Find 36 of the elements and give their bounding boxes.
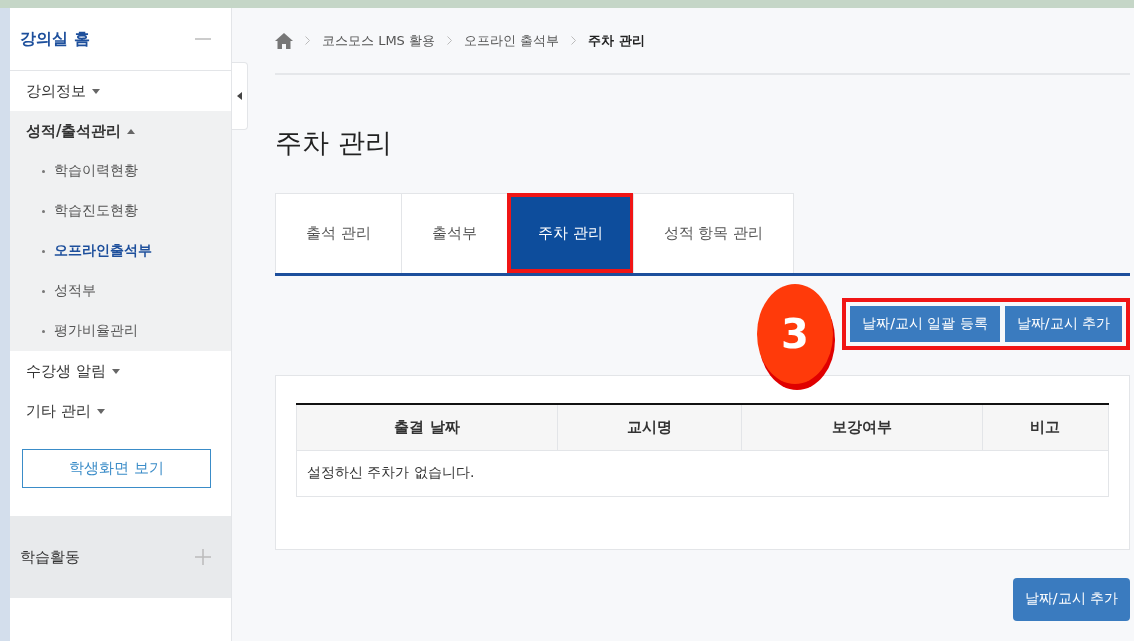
action-button[interactable]: 날짜/교시 일괄 등록 [850, 306, 1000, 342]
sidebar-section[interactable]: 학습활동 [10, 516, 231, 598]
sidebar-sub-item[interactable]: 평가비율관리 [10, 311, 231, 351]
column-header: 교시명 [557, 404, 742, 450]
breadcrumb-item[interactable]: 주차 관리 [588, 31, 645, 50]
caret-icon [92, 88, 100, 94]
sidebar-sub-item[interactable]: 학습이력현황 [10, 151, 231, 191]
column-header: 비고 [982, 404, 1109, 450]
home-icon[interactable] [275, 32, 293, 49]
empty-message: 설정하신 주차가 없습니다. [296, 450, 1109, 496]
caret-icon [96, 408, 105, 414]
tab[interactable]: 출석부 [400, 193, 508, 273]
chevron-icon [305, 36, 310, 45]
breadcrumb-item[interactable]: 오프라인 출석부 [464, 31, 560, 50]
plus-icon[interactable] [195, 549, 211, 565]
sidebar-sub-item[interactable]: 성적부 [10, 271, 231, 311]
collapse-handle[interactable] [232, 62, 248, 130]
sidebar-home-link[interactable]: 강의실 홈 [20, 28, 90, 50]
chevron-icon [571, 36, 577, 45]
add-button[interactable]: 날짜/교시 추가 [1012, 577, 1130, 621]
column-header: 보강여부 [741, 404, 983, 450]
page-title: 주차 관리 [275, 126, 393, 160]
tab[interactable]: 주차 관리 [506, 193, 634, 273]
caret-icon [127, 128, 136, 134]
tab[interactable]: 성적 항목 관리 [632, 193, 795, 273]
breadcrumb-item[interactable]: 코스모스 LMS 활용 [322, 31, 435, 50]
column-header: 출결 날짜 [296, 404, 558, 450]
sidebar-sub-item[interactable]: 학습진도현황 [10, 191, 231, 231]
action-button[interactable]: 날짜/교시 추가 [1004, 306, 1122, 342]
tab[interactable]: 출석 관리 [275, 193, 402, 273]
sidebar-sub-item[interactable]: 오프라인출석부 [10, 231, 231, 271]
caret-icon [111, 368, 120, 374]
chevron-icon [447, 36, 452, 45]
section-label: 학습활동 [20, 547, 80, 567]
caret-icon [237, 92, 242, 100]
student-view-button[interactable]: 학생화면 보기 [22, 449, 211, 488]
